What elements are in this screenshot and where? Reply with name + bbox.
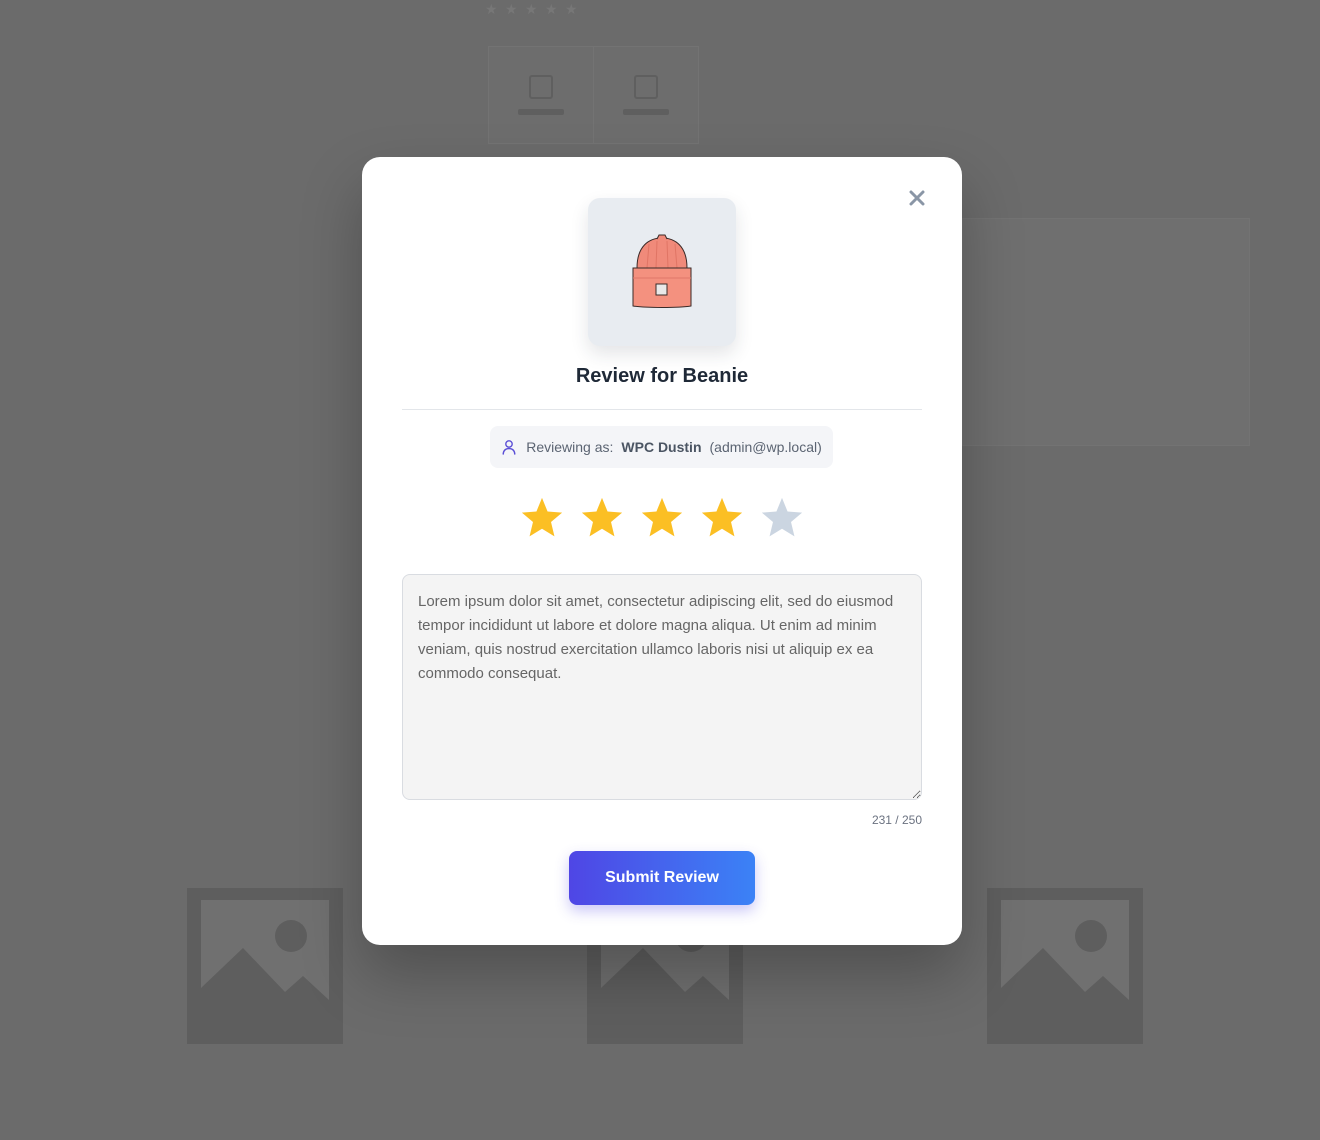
background-star-icon: ★ <box>565 1 578 17</box>
star-rating <box>362 495 962 541</box>
reviewer-info: Reviewing as: WPC Dustin (admin@wp.local… <box>490 426 833 468</box>
character-counter: 231 / 250 <box>871 813 922 827</box>
modal-title: Review for Beanie <box>575 365 749 387</box>
beanie-hat-icon <box>632 234 692 308</box>
background-panel <box>962 218 1250 446</box>
user-icon <box>501 439 517 455</box>
background-star-icon: ★ <box>505 1 518 17</box>
submit-review-button[interactable]: Submit Review <box>569 851 755 905</box>
photo-icon <box>529 75 553 99</box>
background-option-label <box>518 109 564 115</box>
image-placeholder-icon <box>987 888 1143 1044</box>
star-icon[interactable] <box>519 495 565 541</box>
star-icon[interactable] <box>639 495 685 541</box>
review-modal: Review for Beanie Reviewing as: WPC Dust… <box>362 157 962 945</box>
star-icon[interactable] <box>699 495 745 541</box>
reviewer-name: WPC Dustin <box>621 439 702 455</box>
background-star-icon: ★ <box>545 1 558 17</box>
image-placeholder-icon <box>187 888 343 1044</box>
close-button[interactable] <box>906 187 928 209</box>
background-video-option <box>594 46 699 144</box>
close-icon <box>909 190 925 206</box>
divider <box>402 409 922 410</box>
star-icon[interactable] <box>579 495 625 541</box>
video-icon <box>634 75 658 99</box>
background-rating: ★ ★ ★ ★ ★ <box>485 2 579 16</box>
background-media-options <box>488 46 699 144</box>
reviewer-email: (admin@wp.local) <box>709 439 822 455</box>
product-image <box>588 198 736 346</box>
background-star-icon: ★ <box>485 1 498 17</box>
reviewer-prefix: Reviewing as: <box>526 439 614 455</box>
review-textarea[interactable]: Lorem ipsum dolor sit amet, consectetur … <box>402 574 922 800</box>
star-icon[interactable] <box>759 495 805 541</box>
background-photo-option <box>488 46 594 144</box>
background-option-label <box>623 109 669 115</box>
background-star-icon: ★ <box>525 1 538 17</box>
